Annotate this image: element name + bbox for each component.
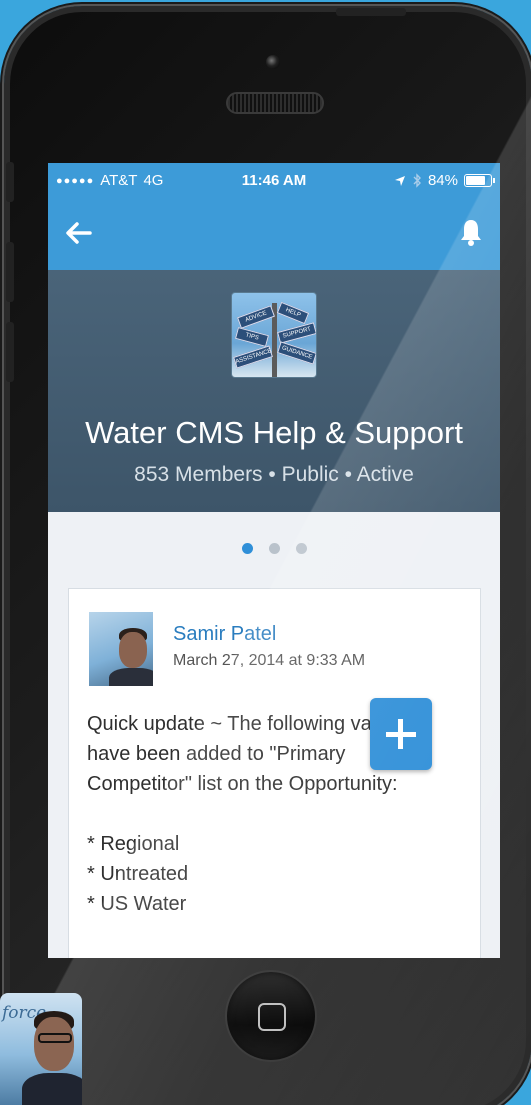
bell-icon[interactable]	[460, 218, 482, 246]
pager-dot[interactable]	[296, 543, 307, 554]
mute-switch	[6, 162, 14, 202]
feed-post[interactable]: Samir Patel March 27, 2014 at 9:33 AM Qu…	[68, 588, 481, 958]
presenter-face	[34, 1017, 74, 1071]
sign-advice: ADVICE	[237, 305, 275, 329]
group-photo: ADVICE HELP TIPS SUPPORT ASSISTANCE GUID…	[231, 292, 317, 378]
presenter-body	[22, 1073, 82, 1105]
presenter-webcam: force	[0, 993, 82, 1105]
volume-down-button	[6, 322, 14, 382]
home-square-icon	[258, 1003, 286, 1031]
bullet-item: * Untreated	[87, 863, 189, 885]
volume-up-button	[6, 242, 14, 302]
location-arrow-icon	[394, 175, 405, 186]
battery-percent: 84%	[427, 172, 458, 189]
sign-support: SUPPORT	[277, 322, 316, 344]
plus-icon-vertical	[398, 719, 403, 749]
pager-dot-active[interactable]	[242, 543, 253, 554]
sign-help: HELP	[276, 301, 310, 325]
battery-fill	[466, 176, 485, 185]
power-button	[336, 8, 406, 16]
front-camera	[266, 55, 280, 69]
status-bar: ●●●●● AT&T 4G 11:46 AM 84%	[48, 163, 500, 198]
group-header: ADVICE HELP TIPS SUPPORT ASSISTANCE GUID…	[48, 270, 500, 512]
status-right: 84%	[394, 172, 495, 189]
bluetooth-icon	[413, 173, 421, 188]
post-date: March 27, 2014 at 9:33 AM	[173, 652, 366, 669]
home-button[interactable]	[225, 970, 317, 1062]
battery-icon	[464, 174, 495, 187]
back-arrow-icon[interactable]	[64, 220, 94, 246]
author-name[interactable]: Samir Patel	[173, 623, 276, 646]
avatar-face	[119, 632, 147, 668]
sign-assistance: ASSISTANCE	[233, 345, 273, 369]
earpiece-speaker	[226, 92, 324, 114]
pager-dot[interactable]	[269, 543, 280, 554]
avatar[interactable]	[89, 612, 153, 686]
new-post-button[interactable]	[370, 698, 432, 770]
presenter-glasses	[38, 1033, 72, 1043]
nav-bar	[48, 198, 500, 270]
group-title: Water CMS Help & Support	[85, 415, 463, 450]
bullet-item: * US Water	[87, 893, 187, 915]
phone-screen: ●●●●● AT&T 4G 11:46 AM 84% ADVICE HELP T…	[48, 163, 500, 958]
sign-tips: TIPS	[234, 327, 270, 347]
page-indicator[interactable]	[48, 512, 500, 590]
post-line: Competitor" list on the Opportunity:	[87, 773, 398, 795]
bullet-item: * Regional	[87, 833, 180, 855]
sign-guidance: GUIDANCE	[277, 341, 316, 365]
bullet-list: * Regional * Untreated * US Water	[87, 829, 467, 919]
avatar-body	[109, 668, 153, 686]
group-meta: 853 Members • Public • Active	[134, 463, 414, 486]
